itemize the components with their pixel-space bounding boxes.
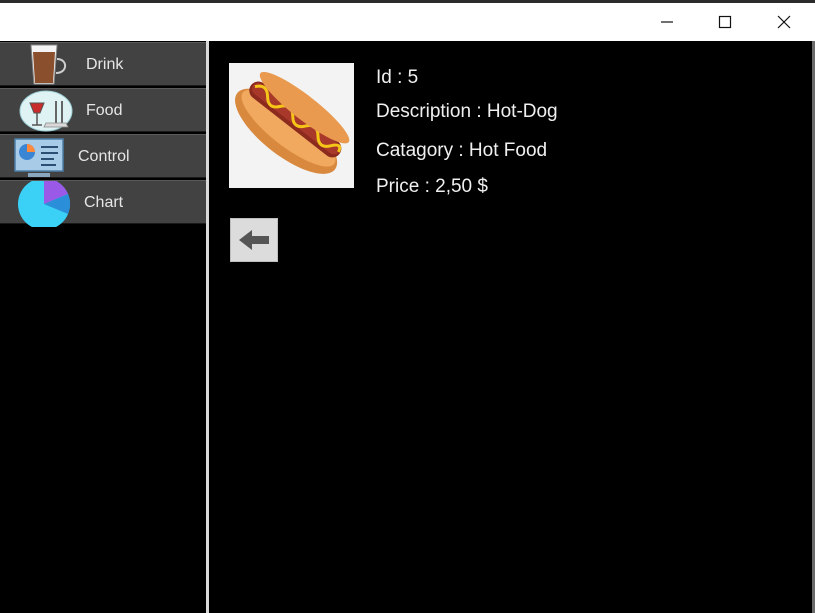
minimize-icon [661,21,673,23]
title-bar [0,3,815,41]
app-window: Drink Food Control Chart Id: 5 Descript… [0,0,815,613]
sidebar-item-drink[interactable]: Drink [0,42,206,86]
maximize-button[interactable] [696,3,754,41]
hot-dog-image [229,63,354,188]
sidebar-item-label: Chart [84,194,124,211]
sidebar-item-control[interactable]: Control [0,134,206,178]
minimize-button[interactable] [638,3,696,41]
back-button[interactable] [230,218,278,262]
back-arrow-icon [239,230,269,250]
sidebar-item-label: Control [78,148,130,165]
pie-chart-icon [18,181,70,227]
sidebar-item-label: Drink [86,56,124,73]
sidebar-item-label: Food [86,102,123,119]
control-panel-icon [14,138,64,177]
close-icon [777,15,791,29]
food-plate-icon [19,90,73,132]
product-category-label: Catagory : Hot Food [376,140,548,161]
product-description-label: Description : Hot-Dog [376,101,558,122]
sidebar-item-chart[interactable]: Chart [0,180,206,227]
drink-glass-icon [30,44,67,85]
sidebar-item-food[interactable]: Food [0,88,206,132]
close-button[interactable] [755,3,813,41]
sidebar: Drink Food Control Chart [0,41,206,613]
product-price-label: Price : 2,50 $ [376,176,488,197]
product-id-label: Id : 5 [376,67,419,88]
maximize-icon [718,15,732,29]
product-detail-panel: Id : 5 Description : Hot-Dog Catagory : … [209,41,812,613]
